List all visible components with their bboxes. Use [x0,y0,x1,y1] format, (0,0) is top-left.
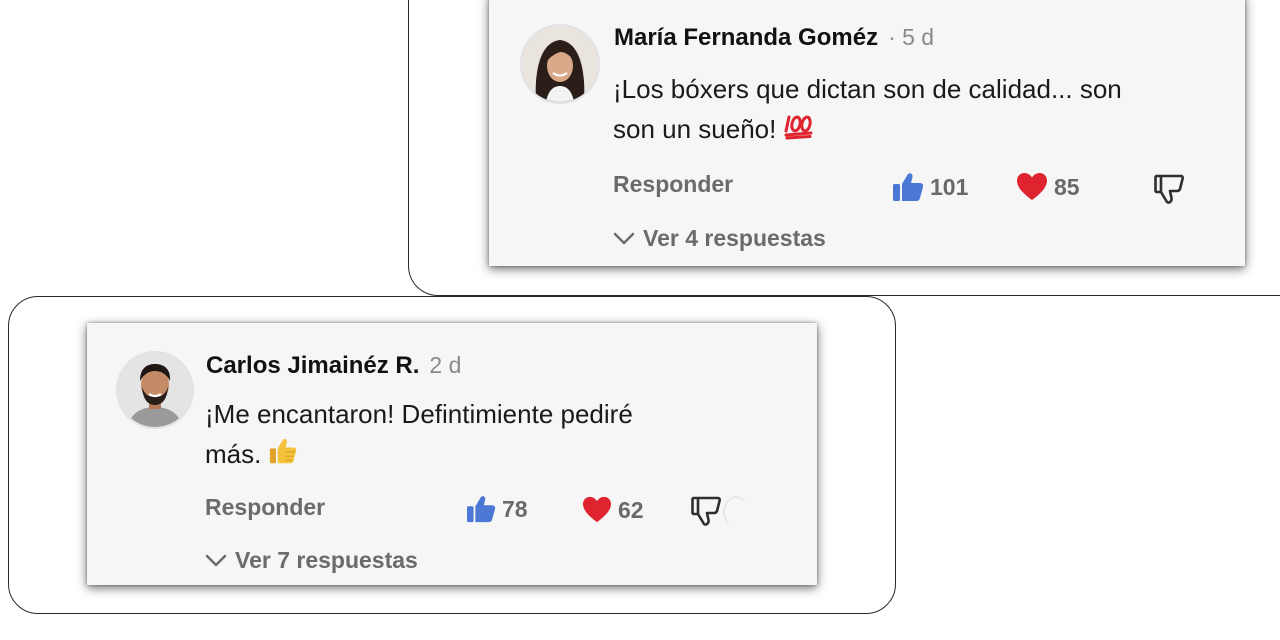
comment-author[interactable]: Carlos Jimainéz R. 2 d [206,352,461,380]
comment-text-line: ¡Los bóxers que dictan son de calidad...… [613,74,1122,104]
comment-text: ¡Los bóxers que dictan son de calidad...… [613,69,1213,151]
heart-count: 85 [1054,173,1080,200]
reply-button[interactable]: Responder [613,171,733,198]
view-replies-label: Ver 4 respuestas [643,225,826,251]
avatar[interactable] [116,351,194,429]
comment-age: · 5 d [888,24,935,50]
thumbs-up-icon [893,173,924,201]
like-button[interactable]: 101 [892,172,968,202]
dislike-button[interactable] [1154,173,1184,210]
thumbs-up-icon [467,496,496,523]
like-button[interactable]: 78 [466,495,528,523]
heart-icon [1017,173,1047,200]
heart-button[interactable]: 85 [1016,172,1080,202]
thumbs-down-icon [691,496,721,526]
comment-text-line-2: más. [205,434,765,476]
view-replies-button[interactable]: Ver 4 respuestas [613,225,826,252]
heart-icon [583,496,611,523]
comment-card: María Fernanda Goméz · 5 d ¡Los bóxers qu… [489,0,1245,266]
thumbs-up-emoji [269,436,297,476]
like-count: 78 [502,495,528,522]
view-replies-label: Ver 7 respuestas [235,547,418,573]
chevron-down-icon [613,232,635,244]
comment-text-segment: son un sueño! [613,114,777,144]
reply-button[interactable]: Responder [205,494,325,521]
avatar[interactable] [520,24,600,104]
view-replies-button[interactable]: Ver 7 respuestas [205,547,418,574]
comment-text-segment: más. [205,439,262,469]
comment-card: Carlos Jimainéz R. 2 d ¡Me encantaron! De… [87,323,817,585]
comment-text-line-2: son un sueño! [613,109,1213,151]
comment-text: ¡Me encantaron! Defintimiente pediré más… [205,394,765,476]
comment-age: 2 d [429,352,462,378]
thumbs-down-icon [1154,174,1184,204]
like-count: 101 [930,173,969,200]
loading-spinner [723,496,749,528]
author-name[interactable]: Carlos Jimainéz R. [206,352,419,379]
hundred-points-emoji [784,111,814,151]
comment-author[interactable]: María Fernanda Goméz · 5 d [614,24,934,52]
author-name[interactable]: María Fernanda Goméz [614,24,878,51]
heart-button[interactable]: 62 [582,496,644,524]
heart-count: 62 [618,496,644,523]
chevron-down-icon [205,554,227,566]
comment-text-line: ¡Me encantaron! Defintimiente pediré [205,399,633,429]
dislike-button[interactable] [691,495,721,532]
